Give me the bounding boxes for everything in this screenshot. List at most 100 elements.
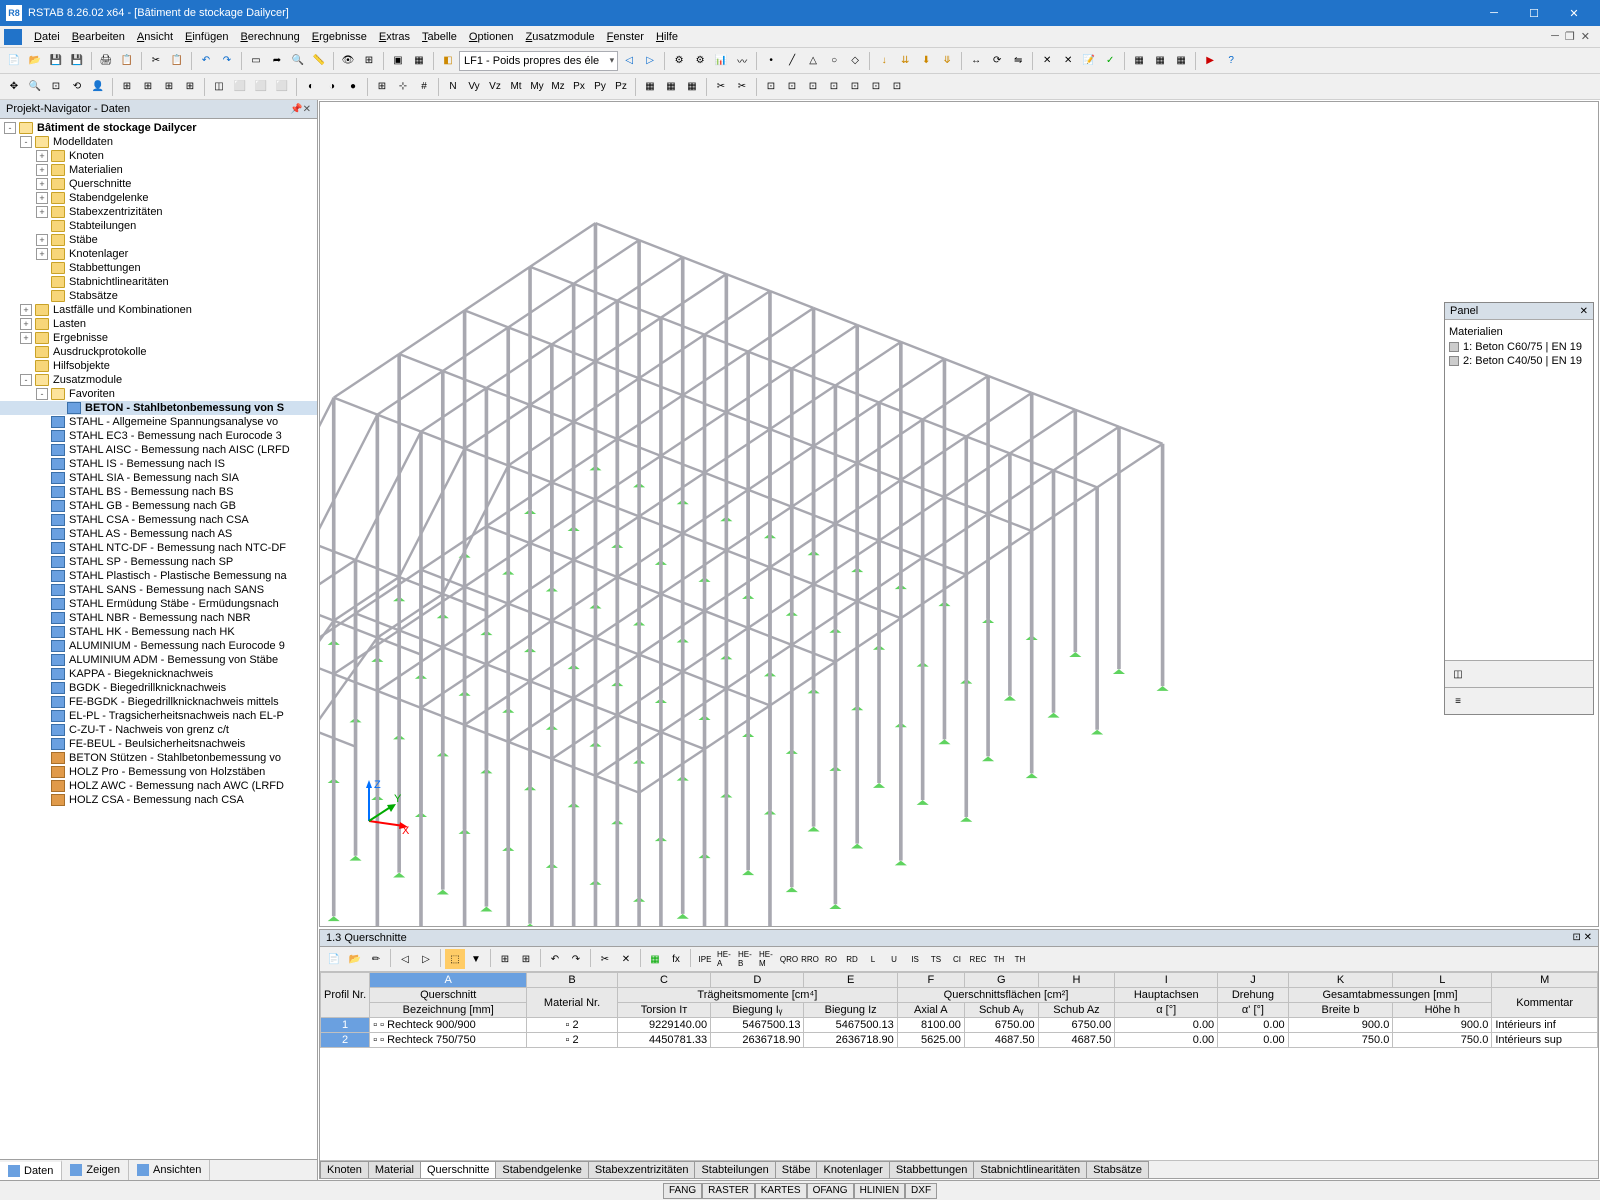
t-rec-icon[interactable]: REC [968,949,988,969]
res2-icon[interactable]: ▦ [661,77,681,97]
t-hea-icon[interactable]: HE-A [716,949,736,969]
tree-node[interactable]: STAHL GB - Bemessung nach GB [0,499,317,513]
t-redo-icon[interactable]: ↷ [566,949,586,969]
col-letter[interactable]: A [370,973,527,988]
v4-icon[interactable]: ⊞ [180,77,200,97]
t-pick-icon[interactable]: ⬚ [445,949,465,969]
panel-btn2-icon[interactable]: ≡ [1448,691,1468,711]
render1-icon[interactable]: ◐ [301,77,321,97]
results-icon[interactable]: 📊 [711,51,731,71]
menu-ansicht[interactable]: Ansicht [131,29,179,45]
hinge-icon[interactable]: ○ [824,51,844,71]
col-letter[interactable]: L [1393,973,1492,988]
render2-icon[interactable]: ◑ [322,77,342,97]
menu-datei[interactable]: Datei [28,29,66,45]
open-icon[interactable]: 📂 [25,51,45,71]
t-filter-icon[interactable]: ▼ [466,949,486,969]
t-ts-icon[interactable]: TS [926,949,946,969]
menu-fenster[interactable]: Fenster [601,29,650,45]
col-profil[interactable]: Profil Nr. [321,973,370,1018]
nlabel-icon[interactable]: N [443,77,463,97]
tree-node[interactable]: +Lasten [0,317,317,331]
menu-einfügen[interactable]: Einfügen [179,29,234,45]
mirror-icon[interactable]: ⇋ [1008,51,1028,71]
table-tab[interactable]: Stabbettungen [889,1161,975,1178]
t-cut-icon[interactable]: ✂ [595,949,615,969]
tree-node[interactable]: +Stabexzentrizitäten [0,205,317,219]
col-letter[interactable]: M [1492,973,1598,988]
t-is-icon[interactable]: IS [905,949,925,969]
t-excel-icon[interactable]: ▦ [645,949,665,969]
tree-node[interactable]: STAHL EC3 - Bemessung nach Eurocode 3 [0,429,317,443]
red-icon[interactable]: ▶ [1200,51,1220,71]
t-th-icon[interactable]: TH [989,949,1009,969]
menu-ergebnisse[interactable]: Ergebnisse [306,29,373,45]
tree-node[interactable]: BGDK - Biegedrillknicknachweis [0,681,317,695]
tree-node[interactable]: STAHL SP - Bemessung nach SP [0,555,317,569]
grid-icon[interactable]: ⊞ [372,77,392,97]
tree-node[interactable]: STAHL CSA - Bemessung nach CSA [0,513,317,527]
nav-close-icon[interactable]: ✕ [303,104,311,115]
mdi-close-button[interactable]: ✕ [1581,30,1590,43]
tree-node[interactable]: STAHL Ermüdung Stäbe - Ermüdungsnach [0,597,317,611]
misc4-icon[interactable]: ⊡ [824,77,844,97]
yz-icon[interactable]: ⬜ [272,77,292,97]
table-tab[interactable]: Querschnitte [420,1161,496,1178]
misc3-icon[interactable]: ⊡ [803,77,823,97]
pointer-icon[interactable]: ➦ [267,51,287,71]
close-button[interactable]: ✕ [1554,0,1594,26]
t-copy-icon[interactable]: ⊞ [495,949,515,969]
t-th2-icon[interactable]: TH [1010,949,1030,969]
tree-node[interactable]: Stabteilungen [0,219,317,233]
table-tab[interactable]: Material [368,1161,421,1178]
status-kartes[interactable]: KARTES [755,1183,807,1199]
vylabel-icon[interactable]: Vy [464,77,484,97]
tree-node[interactable]: -Favoriten [0,387,317,401]
redo-icon[interactable]: ↷ [217,51,237,71]
table-row[interactable]: 1▫ ▫ Rechteck 900/900▫ 29229140.00546750… [321,1018,1598,1033]
v1-icon[interactable]: ⊞ [117,77,137,97]
move-icon[interactable]: ↔ [966,51,986,71]
table-tab[interactable]: Knoten [320,1161,369,1178]
tree-node[interactable]: -Zusatzmodule [0,373,317,387]
mtlabel-icon[interactable]: Mt [506,77,526,97]
check-icon[interactable]: ✓ [1100,51,1120,71]
copy-icon[interactable]: 📋 [167,51,187,71]
rotate-icon[interactable]: ⟳ [987,51,1007,71]
save-icon[interactable]: 💾 [46,51,66,71]
pxlabel-icon[interactable]: Px [569,77,589,97]
tree-node[interactable]: FE-BGDK - Biegedrillknicknachweis mittel… [0,695,317,709]
t-new-icon[interactable]: 📄 [324,949,344,969]
vzlabel-icon[interactable]: Vz [485,77,505,97]
pylabel-icon[interactable]: Py [590,77,610,97]
tree-node[interactable]: Ausdruckprotokolle [0,345,317,359]
load2-icon[interactable]: ⇊ [895,51,915,71]
tree-node[interactable]: BETON Stützen - Stahlbetonbemessung vo [0,751,317,765]
table-tab[interactable]: Stabsätze [1086,1161,1149,1178]
t-del-icon[interactable]: ✕ [616,949,636,969]
status-dxf[interactable]: DXF [905,1183,937,1199]
panel-icon[interactable]: ▦ [1171,51,1191,71]
window-icon[interactable]: ▣ [388,51,408,71]
t-open-icon[interactable]: 📂 [345,949,365,969]
misc7-icon[interactable]: ⊡ [887,77,907,97]
status-hlinien[interactable]: HLINIEN [854,1183,905,1199]
t-next-icon[interactable]: ▷ [416,949,436,969]
maximize-button[interactable]: ☐ [1514,0,1554,26]
tree-node[interactable]: C-ZU-T - Nachweis von grenz c/t [0,723,317,737]
axes-icon[interactable]: ⊹ [393,77,413,97]
xz-icon[interactable]: ⬜ [251,77,271,97]
nav-tab-zeigen[interactable]: Zeigen [62,1160,129,1180]
cut-icon[interactable]: ✂ [146,51,166,71]
tree-node[interactable]: Hilfsobjekte [0,359,317,373]
dim2-icon[interactable]: ✕ [1058,51,1078,71]
mdi-restore-button[interactable]: ❐ [1565,30,1575,43]
tree-node[interactable]: +Knoten [0,149,317,163]
misc5-icon[interactable]: ⊡ [845,77,865,97]
t-ipea-icon[interactable]: IPE [695,949,715,969]
zoomwin-icon[interactable]: ⊡ [46,77,66,97]
clip2-icon[interactable]: ✂ [732,77,752,97]
t-ro-icon[interactable]: RO [821,949,841,969]
menu-optionen[interactable]: Optionen [463,29,520,45]
col-letter[interactable]: I [1115,973,1218,988]
